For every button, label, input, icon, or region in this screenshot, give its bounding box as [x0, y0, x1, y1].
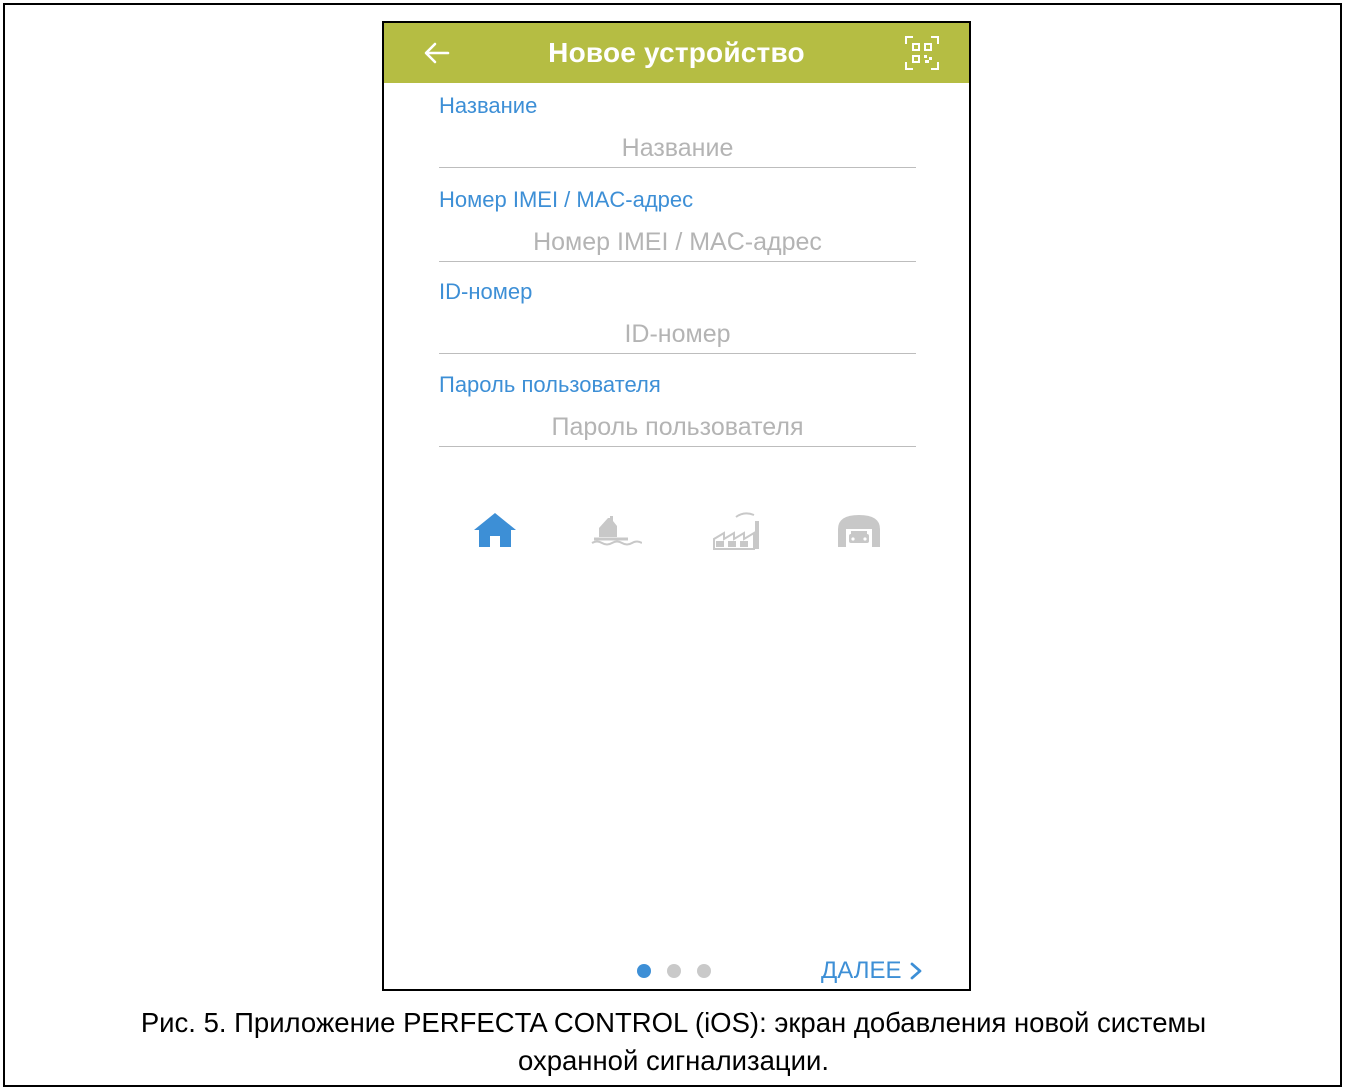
factory-icon [713, 512, 759, 550]
arrow-left-icon [424, 42, 450, 64]
page-dot [667, 964, 681, 978]
device-name-input[interactable] [439, 129, 916, 168]
user-password-input[interactable] [439, 408, 916, 447]
qr-code-scan-icon [905, 36, 939, 70]
device-name-label: Название [439, 93, 538, 118]
chevron-right-icon [910, 962, 921, 980]
user-password-field: Пароль пользователя [439, 372, 916, 464]
navigation-bar: Новое устройство [384, 23, 969, 83]
lake-house-icon [591, 516, 642, 546]
id-number-input[interactable] [439, 315, 916, 354]
qr-scan-button[interactable] [902, 33, 942, 73]
imei-mac-input[interactable] [439, 223, 916, 262]
back-button[interactable] [420, 36, 454, 70]
caption-line-1: Рис. 5. Приложение PERFECTA CONTROL (iOS… [140, 1007, 1207, 1038]
home-icon [474, 513, 516, 547]
user-password-label: Пароль пользователя [439, 372, 661, 397]
type-garage-button[interactable] [832, 507, 886, 553]
type-factory-button[interactable] [710, 507, 764, 553]
id-number-label: ID-номер [439, 279, 533, 304]
imei-mac-label: Номер IMEI / MAC-адрес [439, 187, 694, 212]
page-dot-active [637, 964, 651, 978]
page-indicator [637, 963, 711, 979]
id-number-field: ID-номер [439, 279, 916, 371]
phone-screen: Новое устройство Название Номер IMEI / M [382, 21, 971, 991]
type-home-button[interactable] [468, 507, 522, 553]
next-button-label: ДАЛЕЕ [821, 957, 902, 984]
page-dot [697, 964, 711, 978]
garage-icon [838, 515, 880, 547]
imei-mac-field: Номер IMEI / MAC-адрес [439, 187, 916, 279]
caption-line-2: охранной сигнализации. [517, 1045, 830, 1076]
device-name-field: Название [439, 93, 916, 185]
next-button[interactable]: ДАЛЕЕ [821, 957, 922, 985]
type-lake-house-button[interactable] [588, 507, 642, 553]
page-title: Новое устройство [548, 37, 805, 68]
figure-caption: Рис. 5. Приложение PERFECTA CONTROL (iOS… [0, 1004, 1347, 1080]
